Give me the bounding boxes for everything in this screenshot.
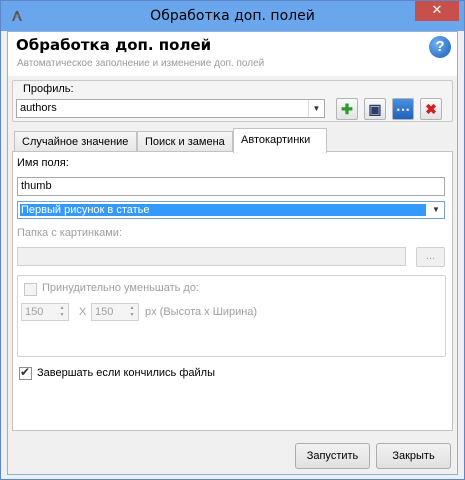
stop-label: Завершать если кончились файлы xyxy=(37,367,215,379)
tab-auto-images-label: Автокартинки xyxy=(241,134,311,146)
spinner-arrows-icon[interactable]: ▲ ▼ xyxy=(127,305,137,319)
window-title: Обработка доп. полей xyxy=(150,8,315,24)
run-button[interactable]: Запустить xyxy=(295,443,370,469)
title-bar[interactable]: Обработка доп. полей ✕ xyxy=(1,1,464,31)
add-profile-button[interactable]: ✚ xyxy=(336,98,358,120)
field-name-input[interactable]: thumb xyxy=(17,177,445,196)
window-close-button[interactable]: ✕ xyxy=(415,1,459,21)
field-name-label: Имя поля: xyxy=(17,157,69,169)
profile-section: Профиль: authors ▼ ✚ ▣ ⋯ ✖ xyxy=(12,80,453,122)
auto-images-panel: Имя поля: thumb Первый рисунок в статье … xyxy=(12,151,453,431)
profile-options-button[interactable]: ⋯ xyxy=(392,98,414,120)
check-icon: ✔ xyxy=(20,365,31,379)
stop-checkbox[interactable]: ✔ xyxy=(19,365,32,380)
header-subtitle: Автоматическое заполнение и изменение до… xyxy=(17,58,265,69)
tab-search-replace[interactable]: Поиск и замена xyxy=(137,131,233,152)
tab-strip: Случайное значение Поиск и замена Автока… xyxy=(12,128,453,153)
tab-random-value[interactable]: Случайное значение xyxy=(14,131,137,152)
close-button[interactable]: Закрыть xyxy=(376,443,451,469)
help-icon[interactable]: ? xyxy=(429,36,451,58)
chevron-down-icon[interactable]: ▼ xyxy=(428,202,444,218)
tab-random-value-label: Случайное значение xyxy=(22,136,129,148)
tab-auto-images[interactable]: Автокартинки xyxy=(233,128,327,153)
more-icon: ⋯ xyxy=(396,101,410,117)
tab-search-replace-label: Поиск и замена xyxy=(145,136,225,148)
width-spinner[interactable]: 150 ▲ ▼ xyxy=(91,303,139,321)
folder-input[interactable] xyxy=(17,247,406,266)
mode-select-value: Первый рисунок в статье xyxy=(20,204,426,216)
reduce-checkbox[interactable] xyxy=(24,283,37,296)
dialog-header: Обработка доп. полей Автоматическое запо… xyxy=(8,32,457,76)
profile-select-value: authors xyxy=(20,102,57,114)
dialog-client: Обработка доп. полей Автоматическое запо… xyxy=(7,31,458,475)
delete-icon: ✖ xyxy=(425,101,437,117)
reduce-group: Принудительно уменьшать до: 150 ▲ ▼ X 150… xyxy=(17,275,446,357)
width-value: 150 xyxy=(95,306,114,318)
profile-label: Профиль: xyxy=(23,83,74,95)
size-hint: px (Высота x Ширина) xyxy=(145,306,258,318)
browse-folder-button[interactable]: ... xyxy=(416,247,445,267)
dialog-window: Обработка доп. полей ✕ Обработка доп. по… xyxy=(0,0,465,480)
mode-select[interactable]: Первый рисунок в статье ▼ xyxy=(17,201,445,219)
field-name-value: thumb xyxy=(21,180,52,192)
folder-label: Папка с картинками: xyxy=(17,227,123,239)
delete-profile-button[interactable]: ✖ xyxy=(420,98,442,120)
profile-select[interactable]: authors ▼ xyxy=(16,99,325,118)
reduce-label: Принудительно уменьшать до: xyxy=(42,282,199,294)
spinner-arrows-icon[interactable]: ▲ ▼ xyxy=(57,305,67,319)
save-profile-button[interactable]: ▣ xyxy=(364,98,386,120)
save-icon: ▣ xyxy=(368,101,382,117)
height-spinner[interactable]: 150 ▲ ▼ xyxy=(21,303,69,321)
header-title: Обработка доп. полей xyxy=(16,36,212,54)
plus-icon: ✚ xyxy=(341,101,353,117)
height-value: 150 xyxy=(25,306,44,318)
x-separator: X xyxy=(79,306,87,318)
chevron-down-icon[interactable]: ▼ xyxy=(308,100,324,117)
